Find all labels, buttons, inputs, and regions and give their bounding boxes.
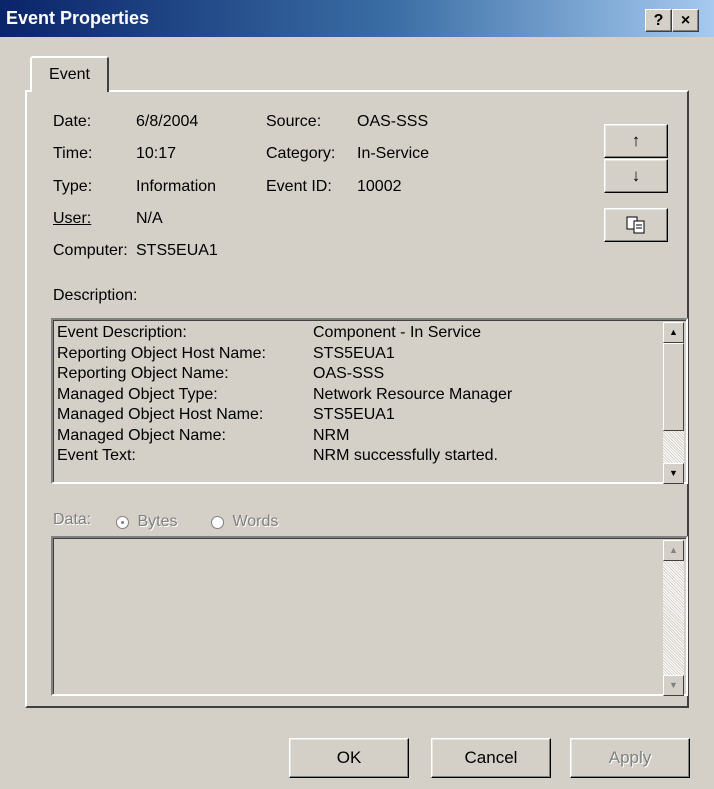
description-value: STS5EUA1 <box>313 406 395 423</box>
time-value: 10:17 <box>136 145 177 162</box>
scroll-down-button[interactable]: ▼ <box>663 463 684 484</box>
copy-icon <box>626 216 645 234</box>
description-row: Managed Object Host Name: STS5EUA1 <box>57 405 395 425</box>
data-label: Data: <box>53 511 92 528</box>
apply-button[interactable]: Apply <box>570 738 690 778</box>
data-box[interactable]: ▲ ▼ <box>51 536 688 696</box>
description-row: Reporting Object Host Name: STS5EUA1 <box>57 344 395 364</box>
description-label: Description: <box>53 287 138 304</box>
description-scrollbar[interactable]: ▲ ▼ <box>663 322 684 484</box>
description-value: Network Resource Manager <box>313 385 513 403</box>
description-row: Event Text: NRM successfully started. <box>57 446 498 466</box>
user-label: User: <box>53 210 92 227</box>
description-value: NRM successfully started. <box>313 447 498 464</box>
date-label: Date: <box>53 113 92 130</box>
description-row: Event Description: Component - In Service <box>57 323 481 343</box>
data-scroll-up-icon: ▲ <box>669 545 678 555</box>
description-key: Managed Object Host Name: <box>57 406 264 423</box>
description-key: Reporting Object Host Name: <box>57 344 266 362</box>
cancel-button[interactable]: Cancel <box>431 738 551 778</box>
description-value: OAS-SSS <box>313 365 385 382</box>
date-value: 6/8/2004 <box>136 113 199 130</box>
data-scroll-down-button[interactable]: ▼ <box>663 675 684 696</box>
words-radio-indicator <box>211 515 224 529</box>
window-title: Event Properties <box>6 8 150 28</box>
description-row: Reporting Object Name: OAS-SSS <box>57 364 384 384</box>
scroll-down-icon: ▼ <box>669 468 678 478</box>
bytes-radio-label: Bytes <box>137 513 178 530</box>
next-event-button[interactable]: ↓ <box>604 159 668 193</box>
category-value: In-Service <box>357 145 430 162</box>
data-scroll-down-icon: ▼ <box>669 680 678 690</box>
previous-event-button[interactable]: ↑ <box>604 124 668 158</box>
data-scrollbar[interactable]: ▲ ▼ <box>663 540 684 696</box>
data-scroll-up-button[interactable]: ▲ <box>663 540 684 561</box>
source-value: OAS-SSS <box>357 113 429 130</box>
description-value: NRM <box>313 426 350 444</box>
description-key: Reporting Object Name: <box>57 365 229 382</box>
scroll-up-button[interactable]: ▲ <box>663 322 684 343</box>
scroll-thumb[interactable] <box>663 343 684 431</box>
description-key: Event Description: <box>57 324 187 341</box>
description-value: STS5EUA1 <box>313 344 395 362</box>
eventid-label: Event ID: <box>266 178 332 195</box>
description-key: Event Text: <box>57 447 136 464</box>
eventid-value: 10002 <box>357 178 402 195</box>
help-button[interactable]: ? <box>645 9 672 32</box>
close-button[interactable]: × <box>672 9 699 32</box>
type-label: Type: <box>53 178 93 195</box>
computer-label: Computer: <box>53 242 128 259</box>
ok-button[interactable]: OK <box>289 738 409 778</box>
tab-event[interactable]: Event <box>30 56 109 92</box>
description-box[interactable]: Event Description: Component - In Service… <box>51 318 688 484</box>
description-value: Component - In Service <box>313 324 482 341</box>
bytes-radio-indicator <box>116 515 129 529</box>
description-row: Managed Object Type: Network Resource Man… <box>57 385 512 405</box>
bytes-radio[interactable]: Bytes <box>116 513 177 531</box>
type-value: Information <box>136 178 217 195</box>
description-key: Managed Object Type: <box>57 385 218 403</box>
user-value: N/A <box>136 210 163 227</box>
category-label: Category: <box>266 145 336 162</box>
description-key: Managed Object Name: <box>57 426 226 444</box>
scroll-up-icon: ▲ <box>669 327 678 337</box>
words-radio-label: Words <box>232 513 279 530</box>
arrow-up-icon: ↑ <box>631 131 641 150</box>
source-label: Source: <box>266 113 322 130</box>
copy-button[interactable] <box>604 208 668 242</box>
arrow-down-icon: ↓ <box>631 166 641 185</box>
words-radio[interactable]: Words <box>211 513 278 531</box>
computer-value: STS5EUA1 <box>136 242 218 259</box>
description-row: Managed Object Name: NRM <box>57 426 349 446</box>
time-label: Time: <box>53 145 93 162</box>
